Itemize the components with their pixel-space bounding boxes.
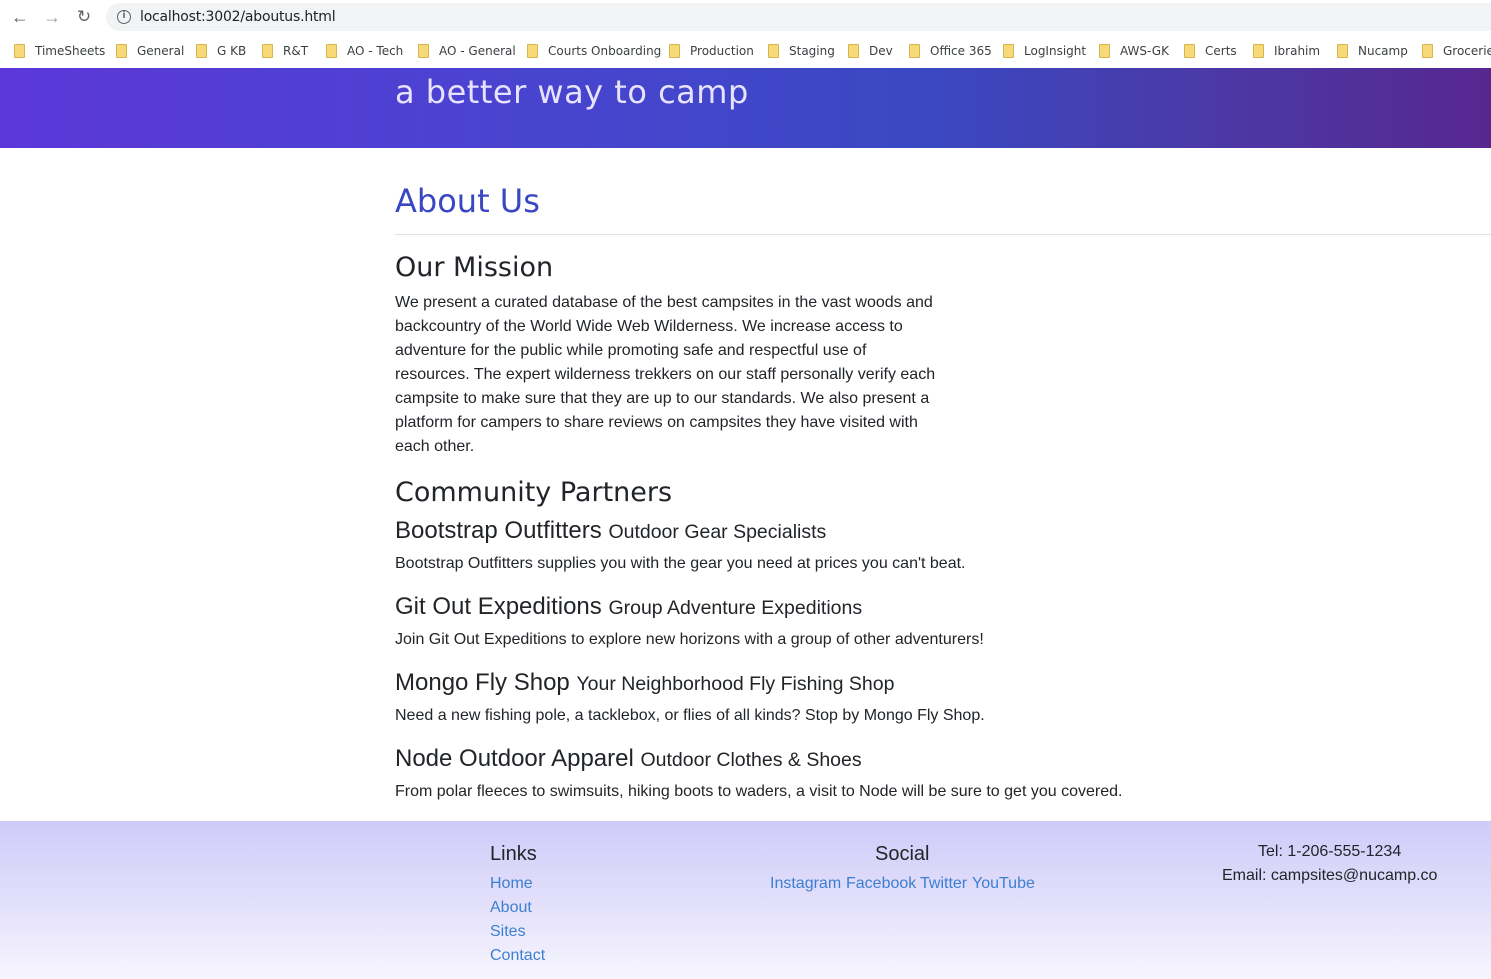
browser-toolbar: ← → ↻ i localhost:3002/aboutus.html: [0, 0, 1491, 34]
bookmark-office-365[interactable]: Office 365: [909, 42, 992, 60]
address-bar[interactable]: i localhost:3002/aboutus.html: [106, 3, 1491, 31]
url-text[interactable]: localhost:3002/aboutus.html: [140, 9, 336, 25]
social-link-facebook[interactable]: Facebook: [846, 875, 916, 893]
header-tagline: a better way to camp: [395, 73, 749, 111]
social-link-youtube[interactable]: YouTube: [972, 875, 1035, 893]
info-icon[interactable]: i: [117, 10, 131, 24]
folder-icon: [909, 44, 920, 58]
partner-name: Mongo Fly Shop Your Neighborhood Fly Fis…: [395, 669, 895, 696]
bookmark-r-and-t[interactable]: R&T: [262, 42, 308, 60]
footer-email: Email: campsites@nucamp.co: [1222, 867, 1438, 884]
folder-icon: [1337, 44, 1348, 58]
footer-link-contact[interactable]: Contact: [490, 947, 545, 965]
folder-icon: [669, 44, 680, 58]
site-header: a better way to camp: [0, 68, 1491, 148]
footer-phone: Tel: 1-206-555-1234: [1258, 843, 1402, 860]
folder-icon: [848, 44, 859, 58]
bookmark-aws-gk[interactable]: AWS-GK: [1099, 42, 1169, 60]
folder-icon: [262, 44, 273, 58]
bookmark-ibrahim[interactable]: Ibrahim: [1253, 42, 1320, 60]
folder-icon: [418, 44, 429, 58]
back-arrow-icon[interactable]: ←: [8, 6, 32, 28]
partner-description: Join Git Out Expeditions to explore new …: [395, 631, 984, 648]
site-footer: Links Home About Sites Contact Social In…: [0, 821, 1491, 979]
partner-tagline: Outdoor Clothes & Shoes: [640, 749, 862, 771]
footer-social-heading: Social: [875, 843, 930, 865]
bookmark-staging[interactable]: Staging: [768, 42, 835, 60]
partner-tagline: Outdoor Gear Specialists: [608, 521, 827, 543]
partners-heading: Community Partners: [395, 477, 673, 508]
partner-name: Node Outdoor Apparel Outdoor Clothes & S…: [395, 745, 862, 772]
footer-links-heading: Links: [490, 843, 537, 865]
social-link-twitter[interactable]: Twitter: [920, 875, 967, 893]
mission-text: We present a curated database of the bes…: [395, 294, 936, 455]
partner-description: From polar fleeces to swimsuits, hiking …: [395, 783, 1123, 800]
partner-description: Need a new fishing pole, a tacklebox, or…: [395, 707, 985, 724]
title-divider: [395, 234, 1491, 235]
bookmark-general[interactable]: General: [116, 42, 184, 60]
social-link-instagram[interactable]: Instagram: [770, 875, 841, 893]
folder-icon: [116, 44, 127, 58]
bookmark-timesheets[interactable]: TimeSheets: [14, 42, 105, 60]
bookmark-nucamp[interactable]: Nucamp: [1337, 42, 1408, 60]
partner-description: Bootstrap Outfitters supplies you with t…: [395, 555, 966, 572]
footer-link-sites[interactable]: Sites: [490, 923, 526, 941]
folder-icon: [1184, 44, 1195, 58]
partner-tagline: Group Adventure Expeditions: [608, 597, 863, 619]
forward-arrow-icon[interactable]: →: [40, 6, 64, 28]
bookmark-dev[interactable]: Dev: [848, 42, 893, 60]
reload-icon[interactable]: ↻: [72, 6, 96, 28]
partner-tagline: Your Neighborhood Fly Fishing Shop: [576, 673, 895, 695]
bookmark-groceries[interactable]: Groceries: [1422, 42, 1491, 60]
folder-icon: [326, 44, 337, 58]
bookmark-ao-tech[interactable]: AO - Tech: [326, 42, 403, 60]
folder-icon: [1003, 44, 1014, 58]
folder-icon: [768, 44, 779, 58]
folder-icon: [527, 44, 538, 58]
folder-icon: [196, 44, 207, 58]
bookmark-certs[interactable]: Certs: [1184, 42, 1237, 60]
bookmark-courts-onboarding[interactable]: Courts Onboarding: [527, 42, 661, 60]
page-title: About Us: [395, 182, 540, 220]
footer-link-home[interactable]: Home: [490, 875, 533, 893]
bookmarks-bar: TimeSheets General G KB R&T AO - Tech AO…: [0, 34, 1491, 68]
partner-name: Bootstrap Outfitters Outdoor Gear Specia…: [395, 517, 827, 544]
footer-link-about[interactable]: About: [490, 899, 532, 917]
bookmark-production[interactable]: Production: [669, 42, 754, 60]
mission-heading: Our Mission: [395, 252, 554, 283]
partner-name: Git Out Expeditions Group Adventure Expe…: [395, 593, 863, 620]
bookmark-g-kb[interactable]: G KB: [196, 42, 246, 60]
folder-icon: [14, 44, 25, 58]
folder-icon: [1099, 44, 1110, 58]
bookmark-loginsight[interactable]: LogInsight: [1003, 42, 1086, 60]
folder-icon: [1253, 44, 1264, 58]
bookmark-ao-general[interactable]: AO - General: [418, 42, 516, 60]
folder-icon: [1422, 44, 1433, 58]
